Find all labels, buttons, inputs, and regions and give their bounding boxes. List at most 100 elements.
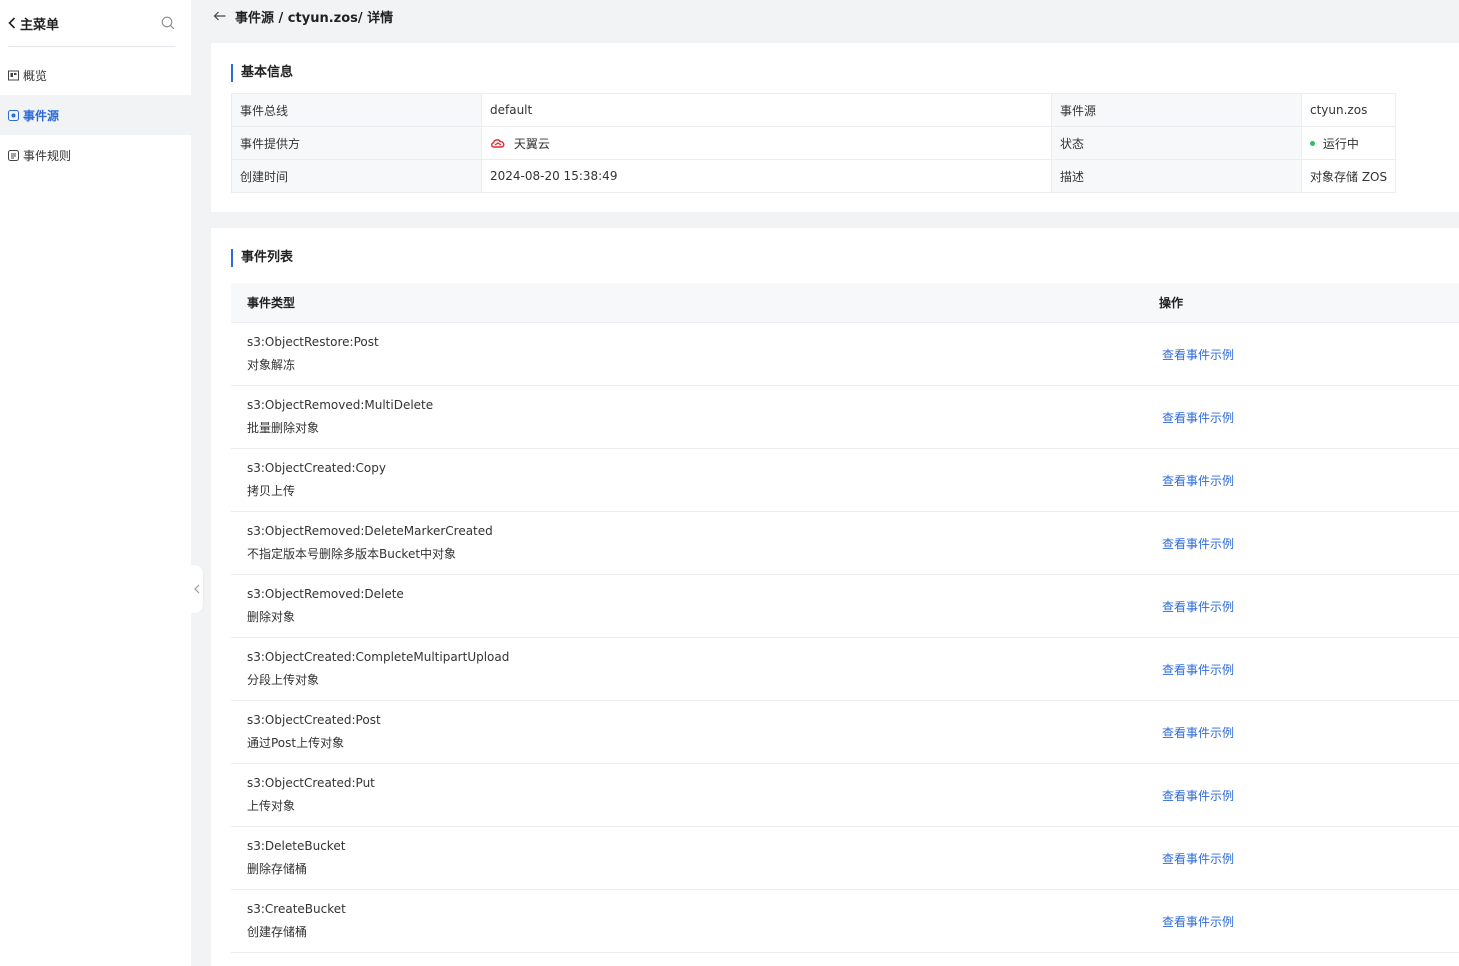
overview-icon <box>8 70 19 80</box>
table-row: s3:ObjectRemoved:MultiDelete 批量删除对象 查看事件… <box>231 386 1459 449</box>
event-type-cell: s3:DeleteBucket 删除存储桶 <box>231 835 1162 881</box>
table-row: s3:CreateBucket 创建存储桶 查看事件示例 <box>231 890 1459 953</box>
sidebar-item-overview[interactable]: 概览 <box>0 55 191 95</box>
table-row: s3:DeleteBucket 删除存储桶 查看事件示例 <box>231 827 1459 890</box>
table-row: s3:ObjectCreated:Post 通过Post上传对象 查看事件示例 <box>231 701 1459 764</box>
action-cell: 查看事件示例 <box>1162 409 1234 426</box>
event-type-name: s3:ObjectCreated:Copy <box>247 461 386 475</box>
event-type-name: s3:DeleteBucket <box>247 839 346 853</box>
event-type-name: s3:ObjectRestore:Post <box>247 335 379 349</box>
event-type-name: s3:CreateBucket <box>247 902 346 916</box>
info-label-status: 状态 <box>1051 126 1302 160</box>
table-row: s3:ObjectRemoved:DeleteMarkerCreated 不指定… <box>231 512 1459 575</box>
sidebar-item-label: 事件源 <box>23 108 60 123</box>
action-cell: 查看事件示例 <box>1162 850 1234 867</box>
event-type-description: 通过Post上传对象 <box>247 736 345 750</box>
event-list-title: 事件列表 <box>231 249 293 267</box>
sidebar: 主菜单 概览 事件源 事件规则 <box>0 0 191 966</box>
info-row: 事件提供方 天翼云 状态 运行中 <box>231 126 1397 160</box>
info-value-status-cell: 运行中 <box>1300 126 1397 160</box>
event-type-description: 对象解冻 <box>247 358 296 372</box>
basic-info-table: 事件总线 default 事件源 ctyun.zos 事件提供方 天翼云 状态 … <box>231 93 1397 193</box>
action-cell: 查看事件示例 <box>1162 724 1234 741</box>
basic-info-title: 基本信息 <box>231 64 293 82</box>
main-menu-back-button[interactable]: 主菜单 <box>8 14 59 33</box>
breadcrumb: 事件源 / ctyun.zos/ 详情 <box>235 10 394 26</box>
info-value-event-bus: default <box>481 93 1052 127</box>
info-value-provider-cell: 天翼云 <box>481 126 1052 160</box>
sidebar-collapse-handle[interactable] <box>191 565 203 613</box>
column-header-event-type: 事件类型 <box>247 296 296 310</box>
view-event-example-link[interactable]: 查看事件示例 <box>1162 915 1234 929</box>
table-row: s3:ObjectCreated:CompleteMultipartUpload… <box>231 638 1459 701</box>
view-event-example-link[interactable]: 查看事件示例 <box>1162 474 1234 488</box>
event-type-cell: s3:ObjectRemoved:Delete 删除对象 <box>231 583 1162 629</box>
view-event-example-link[interactable]: 查看事件示例 <box>1162 411 1234 425</box>
table-row: s3:ObjectRestore:Post 对象解冻 查看事件示例 <box>231 323 1459 386</box>
event-type-cell: s3:CreateBucket 创建存储桶 <box>231 898 1162 944</box>
event-type-name: s3:ObjectRemoved:DeleteMarkerCreated <box>247 524 493 538</box>
info-row: 创建时间 2024-08-20 15:38:49 描述 对象存储 ZOS <box>231 159 1397 193</box>
event-type-cell: s3:ObjectCreated:Post 通过Post上传对象 <box>231 709 1162 755</box>
page-header: 事件源 / ctyun.zos/ 详情 <box>191 0 1459 32</box>
info-label-event-source: 事件源 <box>1051 93 1302 127</box>
view-event-example-link[interactable]: 查看事件示例 <box>1162 348 1234 362</box>
action-cell: 查看事件示例 <box>1162 346 1234 363</box>
cloud-icon <box>491 139 505 148</box>
sidebar-header: 主菜单 <box>8 0 175 47</box>
event-type-description: 删除对象 <box>247 610 296 624</box>
event-type-cell: s3:ObjectRemoved:MultiDelete 批量删除对象 <box>231 394 1162 440</box>
event-rows: s3:ObjectRestore:Post 对象解冻 查看事件示例 s3:Obj… <box>231 323 1459 953</box>
arrow-left-icon[interactable] <box>213 11 226 21</box>
chevron-left-icon <box>194 584 200 594</box>
info-value-description: 对象存储 ZOS <box>1300 159 1397 193</box>
info-label-provider: 事件提供方 <box>231 126 482 160</box>
view-event-example-link[interactable]: 查看事件示例 <box>1162 726 1234 740</box>
table-row: s3:ObjectCreated:Copy 拷贝上传 查看事件示例 <box>231 449 1459 512</box>
event-type-description: 创建存储桶 <box>247 925 308 939</box>
event-list-table: 事件类型 操作 s3:ObjectRestore:Post 对象解冻 查看事件示… <box>231 283 1459 953</box>
view-event-example-link[interactable]: 查看事件示例 <box>1162 600 1234 614</box>
sidebar-item-label: 概览 <box>23 68 48 83</box>
action-cell: 查看事件示例 <box>1162 661 1234 678</box>
event-type-description: 删除存储桶 <box>247 862 308 876</box>
event-type-description: 上传对象 <box>247 799 296 813</box>
event-type-cell: s3:ObjectCreated:CompleteMultipartUpload… <box>231 646 1162 692</box>
event-rule-icon <box>8 149 19 161</box>
view-event-example-link[interactable]: 查看事件示例 <box>1162 537 1234 551</box>
view-event-example-link[interactable]: 查看事件示例 <box>1162 663 1234 677</box>
info-label-description: 描述 <box>1051 159 1302 193</box>
event-source-icon <box>8 109 19 121</box>
sidebar-menu: 概览 事件源 事件规则 <box>0 55 191 175</box>
view-event-example-link[interactable]: 查看事件示例 <box>1162 789 1234 803</box>
info-value-provider: 天翼云 <box>513 136 550 151</box>
search-icon[interactable] <box>161 16 175 30</box>
info-value-event-source: ctyun.zos <box>1300 93 1397 127</box>
action-cell: 查看事件示例 <box>1162 472 1234 489</box>
event-type-cell: s3:ObjectRemoved:DeleteMarkerCreated 不指定… <box>231 520 1162 566</box>
event-list-card: 事件列表 事件类型 操作 s3:ObjectRestore:Post 对象解冻 … <box>211 228 1459 966</box>
info-value-created-time: 2024-08-20 15:38:49 <box>481 159 1052 193</box>
chevron-left-icon <box>8 17 16 29</box>
table-header: 事件类型 操作 <box>231 283 1459 323</box>
info-label-event-bus: 事件总线 <box>231 93 482 127</box>
table-row: s3:ObjectCreated:Put 上传对象 查看事件示例 <box>231 764 1459 827</box>
sidebar-item-event-source[interactable]: 事件源 <box>0 95 191 135</box>
basic-info-card: 基本信息 事件总线 default 事件源 ctyun.zos 事件提供方 天翼… <box>211 43 1459 212</box>
event-type-name: s3:ObjectRemoved:MultiDelete <box>247 398 434 412</box>
action-cell: 查看事件示例 <box>1162 598 1234 615</box>
view-event-example-link[interactable]: 查看事件示例 <box>1162 852 1234 866</box>
event-type-description: 分段上传对象 <box>247 673 320 687</box>
action-cell: 查看事件示例 <box>1162 535 1234 552</box>
sidebar-item-label: 事件规则 <box>23 148 72 163</box>
event-type-name: s3:ObjectCreated:Put <box>247 776 375 790</box>
event-type-name: s3:ObjectRemoved:Delete <box>247 587 404 601</box>
table-row: s3:ObjectRemoved:Delete 删除对象 查看事件示例 <box>231 575 1459 638</box>
event-type-cell: s3:ObjectCreated:Put 上传对象 <box>231 772 1162 818</box>
action-cell: 查看事件示例 <box>1162 913 1234 930</box>
sidebar-item-event-rules[interactable]: 事件规则 <box>0 135 191 175</box>
event-type-cell: s3:ObjectCreated:Copy 拷贝上传 <box>231 457 1162 503</box>
event-type-description: 批量删除对象 <box>247 421 320 435</box>
main-menu-label: 主菜单 <box>20 17 60 33</box>
column-header-action: 操作 <box>1159 296 1184 310</box>
